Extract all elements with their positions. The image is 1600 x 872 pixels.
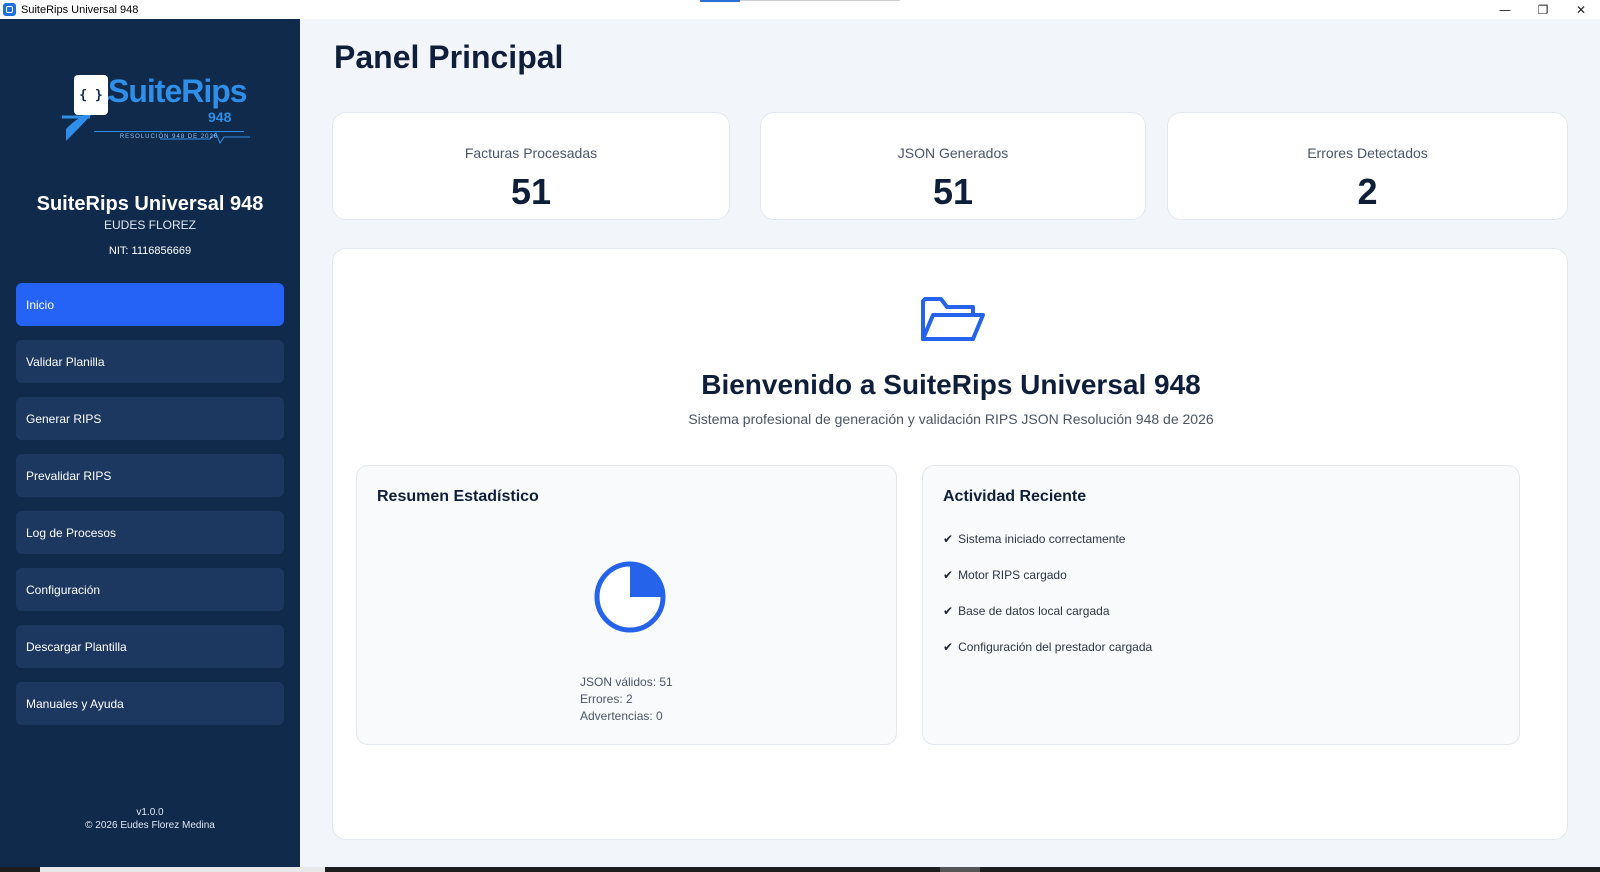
stat-value: 51 <box>510 171 552 212</box>
folder-open-icon <box>921 297 985 341</box>
sidebar-nit: NIT: 1116856669 <box>108 245 192 257</box>
main-content: Panel Principal Facturas Procesadas 51 J… <box>300 19 1600 867</box>
stat-value: 2 <box>1357 171 1378 212</box>
stat-value: 51 <box>932 171 974 212</box>
logo-resolution: RESOLUCIÓN 948 DE 2026 <box>94 131 244 143</box>
app-version: v1.0.0 <box>136 807 164 818</box>
summary-panel: Resumen Estadístico JSON válidos: 51 Err… <box>356 465 897 745</box>
titlebar-accent <box>700 0 740 2</box>
list-item: ✔ Base de datos local cargada <box>943 604 1152 640</box>
copyright: © 2026 Eudes Florez Medina <box>85 820 215 831</box>
activity-text: Motor RIPS cargado <box>958 568 1067 582</box>
welcome-card: Bienvenido a SuiteRips Universal 948 Sis… <box>332 248 1568 840</box>
summary-errors: Errores: 2 <box>580 692 633 706</box>
maximize-button[interactable]: ❐ <box>1524 0 1562 19</box>
welcome-subtitle: Sistema profesional de generación y vali… <box>688 411 1214 427</box>
sidebar-item-descargar-plantilla[interactable]: Descargar Plantilla <box>16 625 284 668</box>
sidebar-app-name: SuiteRips Universal 948 <box>36 193 264 215</box>
activity-text: Base de datos local cargada <box>958 604 1110 618</box>
sidebar-item-inicio[interactable]: Inicio <box>16 283 284 326</box>
app-logo: { } SuiteRips 948 RESOLUCIÓN 948 DE 2026 <box>60 69 250 151</box>
list-item: ✔ Configuración del prestador cargada <box>943 640 1152 676</box>
summary-warnings: Advertencias: 0 <box>580 709 663 723</box>
logo-brand: SuiteRips <box>108 73 248 109</box>
app-icon <box>3 3 16 16</box>
taskbar-segment <box>940 867 980 872</box>
logo-code-icon: { } <box>74 75 108 115</box>
pie-slice <box>630 564 663 597</box>
activity-panel: Actividad Reciente ✔ Sistema iniciado co… <box>922 465 1520 745</box>
summary-lines: JSON válidos: 51 Errores: 2 Advertencias… <box>580 674 673 725</box>
activity-text: Configuración del prestador cargada <box>958 640 1153 654</box>
sidebar-user-name: EUDES FLOREZ <box>103 218 196 232</box>
sidebar-item-generar-rips[interactable]: Generar RIPS <box>16 397 284 440</box>
close-button[interactable]: ✕ <box>1562 0 1600 19</box>
list-item: ✔ Sistema iniciado correctamente <box>943 532 1152 568</box>
welcome-title: Bienvenido a SuiteRips Universal 948 <box>701 369 1201 400</box>
list-item: ✔ Motor RIPS cargado <box>943 568 1152 604</box>
sidebar-footer: v1.0.0 © 2026 Eudes Florez Medina <box>0 806 300 832</box>
window-titlebar: SuiteRips Universal 948 — ❐ ✕ <box>0 0 1600 19</box>
summary-title: Resumen Estadístico <box>377 488 539 505</box>
sidebar-item-validar-planilla[interactable]: Validar Planilla <box>16 340 284 383</box>
activity-title: Actividad Reciente <box>943 488 1087 505</box>
window-title: SuiteRips Universal 948 <box>21 3 139 16</box>
stat-card-facturas: Facturas Procesadas 51 <box>332 112 730 220</box>
logo-number: 948 <box>208 109 232 125</box>
window-controls: — ❐ ✕ <box>1486 0 1600 19</box>
activity-list: ✔ Sistema iniciado correctamente ✔ Motor… <box>943 532 1152 676</box>
check-icon: ✔ <box>943 568 954 582</box>
check-icon: ✔ <box>943 604 954 618</box>
summary-valid-json: JSON válidos: 51 <box>580 675 673 689</box>
page-title: Panel Principal <box>334 39 564 75</box>
taskbar-segment <box>40 867 325 872</box>
taskbar <box>0 867 1600 872</box>
sidebar-nav: Inicio Validar Planilla Generar RIPS Pre… <box>16 283 284 739</box>
stat-card-json: JSON Generados 51 <box>760 112 1146 220</box>
minimize-button[interactable]: — <box>1486 0 1524 19</box>
check-icon: ✔ <box>943 532 954 546</box>
sidebar-item-configuracion[interactable]: Configuración <box>16 568 284 611</box>
stat-label: Errores Detectados <box>1307 145 1428 161</box>
activity-text: Sistema iniciado correctamente <box>958 532 1126 546</box>
stat-label: Facturas Procesadas <box>464 145 598 161</box>
sidebar-item-manuales-ayuda[interactable]: Manuales y Ayuda <box>16 682 284 725</box>
summary-pie-chart <box>594 561 666 633</box>
stat-label: JSON Generados <box>897 145 1009 161</box>
stat-card-errores: Errores Detectados 2 <box>1167 112 1568 220</box>
sidebar-item-prevalidar-rips[interactable]: Prevalidar RIPS <box>16 454 284 497</box>
sidebar: { } SuiteRips 948 RESOLUCIÓN 948 DE 2026… <box>0 19 300 867</box>
sidebar-item-log-procesos[interactable]: Log de Procesos <box>16 511 284 554</box>
check-icon: ✔ <box>943 640 954 654</box>
titlebar-divider <box>740 0 900 1</box>
